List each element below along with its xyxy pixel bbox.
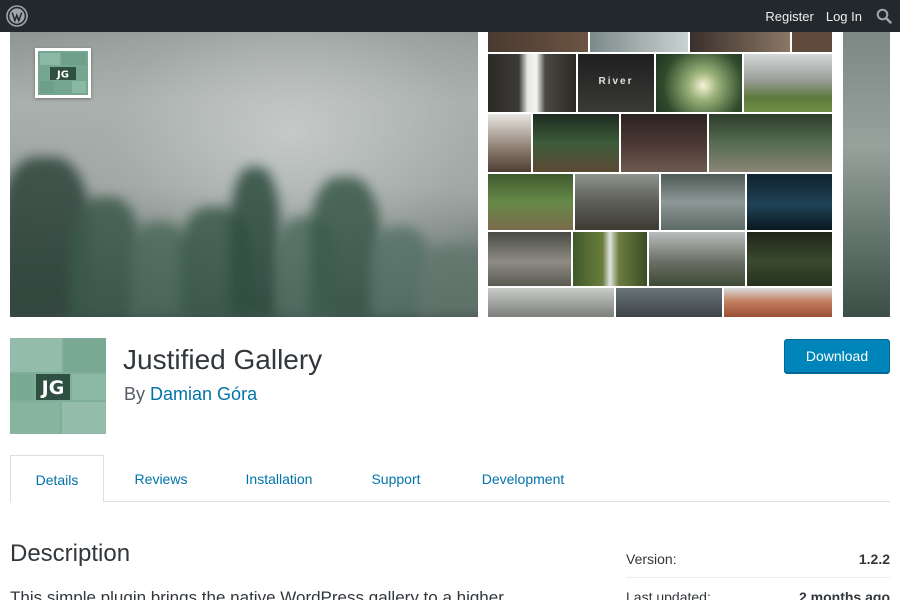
meta-value: 2 months ago	[798, 589, 890, 600]
collage-photo	[747, 232, 832, 286]
tab-support[interactable]: Support	[355, 455, 437, 502]
plugin-icon: JG	[10, 338, 106, 434]
collage-photo	[690, 32, 790, 52]
admin-bar: Register Log In	[0, 0, 900, 32]
login-link[interactable]: Log In	[826, 9, 862, 24]
tab-reviews[interactable]: Reviews	[118, 455, 204, 502]
register-link[interactable]: Register	[765, 9, 813, 24]
gallery-collage: River	[488, 32, 832, 317]
by-label: By	[124, 384, 146, 404]
collage-photo	[488, 288, 614, 317]
banner-logo: JG	[35, 48, 91, 98]
download-button[interactable]: Download	[784, 339, 890, 374]
banner-logo-text: JG	[56, 70, 69, 81]
plugin-meta: Version: 1.2.2 Last updated: 2 months ag…	[626, 540, 890, 600]
wordpress-logo-icon[interactable]	[6, 5, 28, 27]
collage-photo	[590, 32, 688, 52]
collage-photo	[747, 174, 832, 230]
plugin-banner: JG River	[0, 32, 900, 317]
plugin-icon-text: JG	[40, 377, 65, 399]
collage-photo	[573, 232, 647, 286]
description-heading: Description	[10, 540, 131, 567]
collage-photo	[724, 288, 832, 317]
collage-photo	[661, 174, 745, 230]
author-link[interactable]: Damian Góra	[150, 384, 257, 404]
meta-row-version: Version: 1.2.2	[626, 540, 890, 578]
search-icon[interactable]	[876, 8, 892, 24]
meta-key: Last updated:	[626, 589, 711, 600]
collage-photo	[488, 232, 571, 286]
collage-photo	[649, 232, 745, 286]
meta-value: 1.2.2	[858, 551, 890, 567]
collage-photo	[488, 114, 531, 172]
plugin-author: By Damian Góra	[124, 384, 257, 405]
collage-photo	[621, 114, 707, 172]
banner-edge-image	[843, 32, 890, 317]
tab-development[interactable]: Development	[464, 455, 582, 502]
tab-details[interactable]: Details	[10, 455, 104, 503]
collage-photo	[709, 114, 832, 172]
collage-photo	[616, 288, 722, 317]
collage-photo	[533, 114, 619, 172]
description-text: This simple plugin brings the native Wor…	[10, 588, 504, 600]
collage-photo	[488, 54, 576, 112]
plugin-title: Justified Gallery	[123, 344, 323, 375]
collage-photo: River	[578, 54, 654, 112]
collage-photo	[575, 174, 659, 230]
collage-photo	[792, 32, 832, 52]
plugin-tabs: Details Reviews Installation Support Dev…	[10, 455, 890, 503]
tab-installation[interactable]: Installation	[226, 455, 332, 502]
meta-key: Version:	[626, 551, 677, 567]
collage-photo	[656, 54, 742, 112]
collage-caption: River	[598, 76, 634, 87]
collage-photo	[488, 174, 573, 230]
collage-photo	[488, 32, 588, 52]
meta-row-last-updated: Last updated: 2 months ago	[626, 578, 890, 600]
collage-photo	[744, 54, 832, 112]
